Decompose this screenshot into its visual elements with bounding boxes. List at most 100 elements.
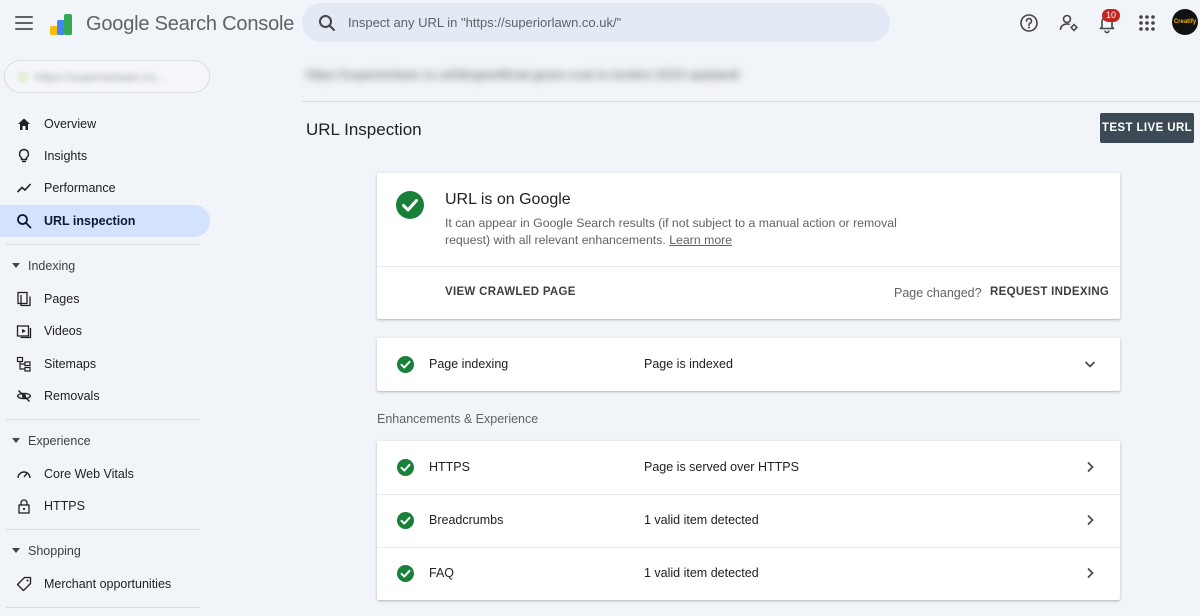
caret-down-icon [12, 548, 20, 553]
sidebar-item-https[interactable]: HTTPS [0, 490, 210, 522]
sidebar-divider [6, 529, 200, 530]
sidebar-item-overview[interactable]: Overview [0, 108, 210, 140]
search-icon [17, 214, 32, 229]
row-value: 1 valid item detected [644, 513, 759, 527]
caret-down-icon [12, 438, 20, 443]
row-value: Page is indexed [644, 357, 733, 371]
sidebar-section-label: Indexing [28, 259, 76, 273]
page-changed-label: Page changed? [894, 286, 982, 300]
inspected-url-breadcrumb: https://superiorlawn.co.uk/blog/artifici… [306, 67, 740, 82]
learn-more-link[interactable]: Learn more [669, 233, 732, 247]
sidebar-item-label: Removals [44, 389, 100, 403]
enhancement-row-https[interactable]: HTTPS Page is served over HTTPS [377, 441, 1120, 494]
enhancements-section-label: Enhancements & Experience [377, 412, 539, 426]
sidebar-item-label: URL inspection [44, 214, 136, 228]
sidebar-item-insights[interactable]: Insights [0, 140, 210, 172]
sidebar-divider [6, 419, 200, 420]
row-value: Page is served over HTTPS [644, 460, 799, 474]
lock-icon [18, 499, 30, 514]
sidebar-item-removals[interactable]: Removals [0, 380, 210, 412]
enhancement-row-faq[interactable]: FAQ 1 valid item detected [377, 547, 1120, 600]
page-indexing-card: Page indexing Page is indexed [377, 338, 1120, 391]
row-name: Page indexing [429, 357, 509, 371]
sidebar-item-label: HTTPS [44, 499, 85, 513]
sidebar-section-label: Experience [28, 434, 91, 448]
url-search-input[interactable] [348, 3, 868, 42]
sidebar-item-label: Videos [44, 324, 82, 338]
check-circle-icon [397, 356, 414, 373]
sidebar-item-label: Core Web Vitals [44, 467, 134, 481]
row-name: HTTPS [429, 460, 470, 474]
main-menu-button[interactable] [14, 13, 34, 33]
view-crawled-page-button[interactable]: VIEW CRAWLED PAGE [445, 286, 576, 298]
sidebar-section-shopping[interactable]: Shopping [0, 537, 210, 565]
visibility-off-icon [16, 390, 32, 402]
check-circle-icon [396, 191, 424, 219]
sidebar-item-label: Merchant opportunities [44, 577, 172, 591]
avatar-text: Creatify [1173, 19, 1197, 25]
menu-icon-line [15, 16, 33, 18]
search-console-logo-icon [50, 14, 72, 35]
user-avatar[interactable]: Creatify [1172, 9, 1198, 35]
sidebar-divider [6, 607, 200, 608]
search-icon [319, 15, 335, 31]
menu-icon-line [15, 22, 33, 24]
menu-icon-line [15, 28, 33, 30]
sidebar-item-core-web-vitals[interactable]: Core Web Vitals [0, 458, 210, 490]
chevron-right-icon [1087, 461, 1094, 473]
row-value: 1 valid item detected [644, 566, 759, 580]
sidebar-item-label: Performance [44, 181, 116, 195]
enhancement-row-breadcrumbs[interactable]: Breadcrumbs 1 valid item detected [377, 494, 1120, 547]
page-title: URL Inspection [306, 120, 422, 139]
property-selector[interactable]: https://superiorlawn.co... [4, 60, 210, 93]
pages-icon [17, 291, 31, 307]
account-settings-icon[interactable] [1058, 12, 1080, 34]
sidebar-item-url-inspection[interactable]: URL inspection [0, 205, 210, 237]
url-status-card: URL is on Google It can appear in Google… [377, 173, 1120, 319]
sidebar-item-label: Overview [44, 117, 97, 131]
sidebar-item-pages[interactable]: Pages [0, 283, 210, 315]
apps-grid-icon[interactable] [1136, 12, 1158, 34]
test-live-url-button[interactable]: TEST LIVE URL [1100, 113, 1194, 143]
sidebar-item-label: Sitemaps [44, 357, 97, 371]
page-indexing-row[interactable]: Page indexing Page is indexed [377, 338, 1120, 391]
sidebar-section-experience[interactable]: Experience [0, 427, 210, 455]
url-inspection-search[interactable] [302, 3, 890, 42]
sidebar-item-videos[interactable]: Videos [0, 315, 210, 347]
chevron-right-icon [1087, 567, 1094, 579]
enhancements-card: HTTPS Page is served over HTTPS Breadcru… [377, 441, 1120, 600]
sidebar-item-label: Pages [44, 292, 80, 306]
sitemap-icon [16, 356, 31, 372]
sidebar-divider [6, 244, 200, 245]
notification-count-badge: 10 [1102, 9, 1120, 22]
home-icon [18, 118, 30, 130]
sidebar-item-performance[interactable]: Performance [0, 172, 210, 204]
sidebar-section-label: Shopping [28, 544, 81, 558]
row-name: FAQ [429, 566, 455, 580]
sidebar-item-merchant-opportunities[interactable]: Merchant opportunities [0, 568, 210, 600]
caret-down-icon [12, 263, 20, 268]
card-divider [377, 266, 1120, 267]
app-title: Google Search Console [86, 13, 295, 35]
sidebar-item-sitemaps[interactable]: Sitemaps [0, 348, 210, 380]
help-icon[interactable] [1018, 12, 1040, 34]
row-name: Breadcrumbs [429, 513, 504, 527]
tag-icon [16, 576, 32, 592]
property-label: https://superiorlawn.co... [35, 70, 166, 84]
status-title: URL is on Google [445, 191, 571, 208]
chevron-right-icon [1087, 514, 1094, 526]
trending-icon [16, 183, 32, 193]
video-pages-icon [16, 325, 32, 339]
header-divider [302, 101, 1200, 102]
chevron-down-icon [1084, 361, 1096, 368]
check-circle-icon [397, 512, 414, 529]
request-indexing-button[interactable]: REQUEST INDEXING [990, 286, 1109, 298]
top-bar: Google Search Console 10 Creatify [0, 0, 1200, 48]
check-circle-icon [397, 565, 414, 582]
sidebar-item-label: Insights [44, 149, 88, 163]
check-circle-icon [397, 459, 414, 476]
property-favicon-icon [17, 71, 29, 83]
sidebar-section-indexing[interactable]: Indexing [0, 252, 210, 280]
speed-gauge-icon [17, 471, 31, 479]
lightbulb-icon [18, 148, 30, 163]
